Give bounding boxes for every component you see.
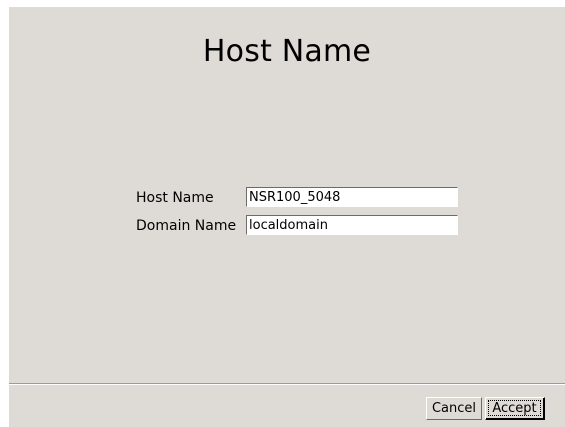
- accept-button[interactable]: Accept: [485, 397, 545, 420]
- cancel-button[interactable]: Cancel: [426, 397, 482, 420]
- host-name-dialog: Host Name Host Name Domain Name Cancel A…: [9, 7, 565, 427]
- domain-name-row: Domain Name: [9, 215, 565, 237]
- host-name-field[interactable]: [246, 187, 458, 207]
- accept-button-label: Accept: [488, 400, 541, 416]
- page-title: Host Name: [202, 34, 372, 69]
- host-name-row: Host Name: [9, 187, 565, 209]
- button-bar-separator: [9, 383, 565, 385]
- domain-name-field[interactable]: [246, 215, 458, 235]
- domain-name-label: Domain Name: [136, 218, 237, 234]
- host-name-label: Host Name: [136, 190, 214, 206]
